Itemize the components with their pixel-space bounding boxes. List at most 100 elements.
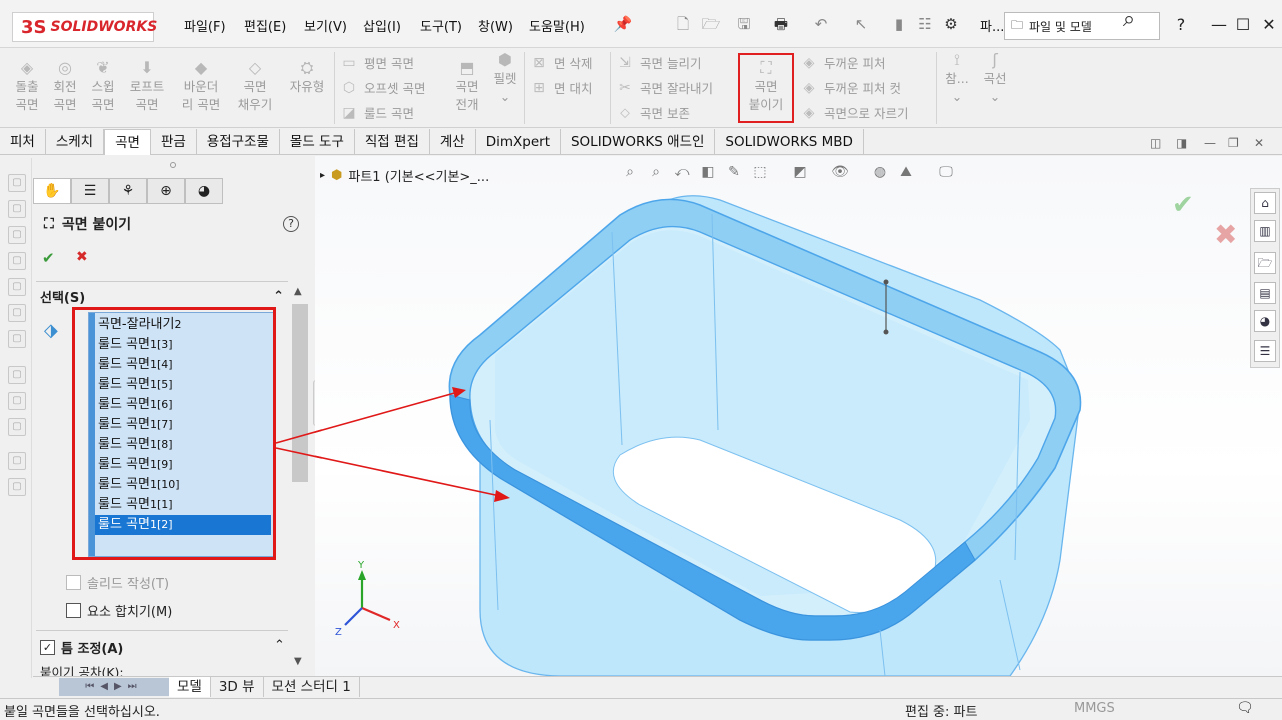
surface-flatten-button[interactable]: ⬒ 곡면 전개	[450, 58, 484, 114]
dimxpert-manager-tab-icon[interactable]: ⊕	[147, 178, 185, 204]
doc-minimize-icon[interactable]: —	[1204, 136, 1216, 150]
boundary-surface-button[interactable]: ◆ 바운더 리 곡면	[176, 58, 226, 114]
tab-dimxpert[interactable]: DimXpert	[476, 129, 561, 155]
maximize-button[interactable]: ☐	[1230, 12, 1256, 38]
toolbar-overflow-label[interactable]: 파...	[980, 16, 1004, 35]
property-manager-tab-icon[interactable]: ☰	[71, 178, 109, 204]
untrim-surface-button[interactable]: ⬦ 곡면 보존	[616, 100, 713, 125]
menu-window[interactable]: 창(W)	[478, 16, 513, 35]
menu-edit[interactable]: 편집(E)	[244, 16, 286, 35]
tool-icon[interactable]: ▢	[8, 366, 26, 384]
offset-surface-button[interactable]: ⬡ 오프셋 곡면	[340, 75, 426, 100]
tool-icon[interactable]: ▢	[8, 226, 26, 244]
save-icon[interactable]: 🖫	[733, 14, 755, 34]
tab-3d-views[interactable]: 3D 뷰	[211, 676, 264, 697]
tool-icon[interactable]: ▢	[8, 418, 26, 436]
home-icon[interactable]: ⌂	[1254, 192, 1276, 214]
unit-system[interactable]: MMGS	[1074, 701, 1115, 716]
delete-face-button[interactable]: ⊠ 면 삭제	[530, 50, 592, 75]
rebuild-icon[interactable]: ▮	[888, 14, 910, 34]
tab-features[interactable]: 피처	[0, 129, 46, 155]
tab-sketch[interactable]: 스케치	[46, 129, 105, 155]
tool-icon[interactable]: ▢	[8, 392, 26, 410]
panel-scrollbar[interactable]: ▲ ▼	[291, 284, 309, 674]
open-icon[interactable]: 🗁	[700, 14, 722, 34]
tab-sheet-metal[interactable]: 판금	[151, 129, 197, 155]
help-icon[interactable]: ?	[1168, 12, 1194, 38]
file-properties-icon[interactable]: ☷	[914, 14, 936, 34]
print-icon[interactable]: 🖶	[770, 14, 792, 34]
freeform-button[interactable]: ⛭ 자유형	[284, 58, 330, 96]
menu-tools[interactable]: 도구(T)	[420, 16, 462, 35]
revolved-surface-button[interactable]: ◎ 회전 곡면	[48, 58, 82, 114]
tab-model[interactable]: 모델	[169, 676, 211, 697]
cut-with-surface-button[interactable]: ◈ 곡면으로 자르기	[800, 100, 909, 125]
undo-icon[interactable]: ↶	[810, 14, 832, 34]
collapse-chevron-icon[interactable]: ⌃	[274, 638, 285, 653]
new-document-icon[interactable]: 🗋	[672, 14, 694, 34]
thickened-cut-button[interactable]: ◈ 두꺼운 피처 컷	[800, 75, 908, 100]
tool-icon[interactable]: ▢	[8, 304, 26, 322]
gap-control-checkbox[interactable]: ✓	[40, 640, 55, 655]
tab-weldments[interactable]: 용접구조물	[197, 129, 280, 155]
tab-scroll-arrows-icon[interactable]: ⏮◀▶⏭	[59, 677, 169, 696]
select-icon[interactable]: ↖	[850, 14, 872, 34]
confirm-check-icon[interactable]: ✔	[1172, 190, 1194, 220]
merge-entities-option[interactable]: 요소 합치기(M)	[66, 601, 172, 620]
doc-maximize-icon[interactable]: ❐	[1228, 136, 1239, 150]
help-icon[interactable]: ?	[283, 216, 299, 232]
tab-direct-editing[interactable]: 직접 편집	[355, 129, 430, 155]
planar-surface-button[interactable]: ▭ 평면 곡면	[340, 50, 425, 75]
tool-icon[interactable]: ▢	[8, 478, 26, 496]
cancel-x-icon[interactable]: ✖	[76, 249, 88, 265]
design-library-icon[interactable]: ▥	[1254, 220, 1276, 242]
view-palette-icon[interactable]: ▤	[1254, 282, 1276, 304]
thicken-button[interactable]: ◈ 두꺼운 피처	[800, 50, 908, 75]
panel-grip-icon[interactable]	[170, 162, 176, 168]
scroll-down-icon[interactable]: ▼	[294, 656, 302, 667]
app-logo[interactable]: 3S SOLIDWORKS	[12, 12, 157, 42]
create-solid-option[interactable]: 솔리드 작성(T)	[66, 573, 169, 592]
collapse-chevron-icon[interactable]: ⌃	[273, 289, 284, 304]
tab-surfaces[interactable]: 곡면	[104, 129, 151, 155]
gap-control-section[interactable]: ✓ 틈 조정(A)	[40, 638, 123, 657]
pin-icon[interactable]: 📌	[612, 14, 634, 34]
tab-evaluate[interactable]: 계산	[430, 129, 476, 155]
tool-icon[interactable]: ▢	[8, 278, 26, 296]
search-input[interactable]: 파일 및 모델	[1029, 18, 1092, 35]
comment-icon[interactable]: 🗨	[1236, 700, 1254, 716]
tool-icon[interactable]: ▢	[8, 200, 26, 218]
menu-file[interactable]: 파일(F)	[184, 16, 226, 35]
swept-surface-button[interactable]: ❦ 스윕 곡면	[86, 58, 120, 114]
tile-icon[interactable]: ◨	[1176, 136, 1187, 150]
replace-face-button[interactable]: ⊞ 면 대치	[530, 75, 592, 100]
ruled-surface-button[interactable]: ◪ 룰드 곡면	[340, 100, 425, 125]
tool-icon[interactable]: ▢	[8, 452, 26, 470]
ok-check-icon[interactable]: ✔	[42, 249, 55, 267]
curves-button[interactable]: ʃ 곡선 ⌄	[980, 50, 1010, 106]
tool-icon[interactable]: ▢	[8, 330, 26, 348]
menu-help[interactable]: 도움말(H)	[529, 16, 585, 35]
options-gear-icon[interactable]: ⚙	[940, 14, 962, 34]
tab-mold-tools[interactable]: 몰드 도구	[280, 129, 355, 155]
feature-tree-tab-icon[interactable]: ✋	[33, 178, 71, 204]
scroll-up-icon[interactable]: ▲	[294, 286, 302, 297]
lofted-surface-button[interactable]: ⬇ 로프트 곡면	[124, 58, 170, 114]
tab-motion-study[interactable]: 모션 스터디 1	[264, 676, 360, 697]
restore-down-icon[interactable]: ◫	[1150, 136, 1161, 150]
search-icon[interactable]: ⌕	[1118, 9, 1140, 31]
reference-geometry-button[interactable]: ⟟ 참... ⌄	[942, 50, 972, 106]
extend-surface-button[interactable]: ⇲ 곡면 늘리기	[616, 50, 713, 75]
filled-surface-button[interactable]: ◇ 곡면 채우기	[232, 58, 278, 114]
merge-entities-checkbox[interactable]	[66, 603, 81, 618]
tab-mbd[interactable]: SOLIDWORKS MBD	[715, 129, 864, 155]
configuration-manager-tab-icon[interactable]: ⚘	[109, 178, 147, 204]
doc-close-icon[interactable]: ✕	[1254, 136, 1264, 150]
close-button[interactable]: ✕	[1256, 12, 1282, 38]
fillet-button[interactable]: ⬢ 필렛 ⌄	[488, 50, 522, 106]
custom-properties-icon[interactable]: ☰	[1254, 340, 1276, 362]
tool-icon[interactable]: ▢	[8, 252, 26, 270]
minimize-button[interactable]: —	[1206, 12, 1232, 38]
tab-addins[interactable]: SOLIDWORKS 애드인	[561, 129, 716, 155]
trim-surface-button[interactable]: ✂ 곡면 잘라내기	[616, 75, 713, 100]
